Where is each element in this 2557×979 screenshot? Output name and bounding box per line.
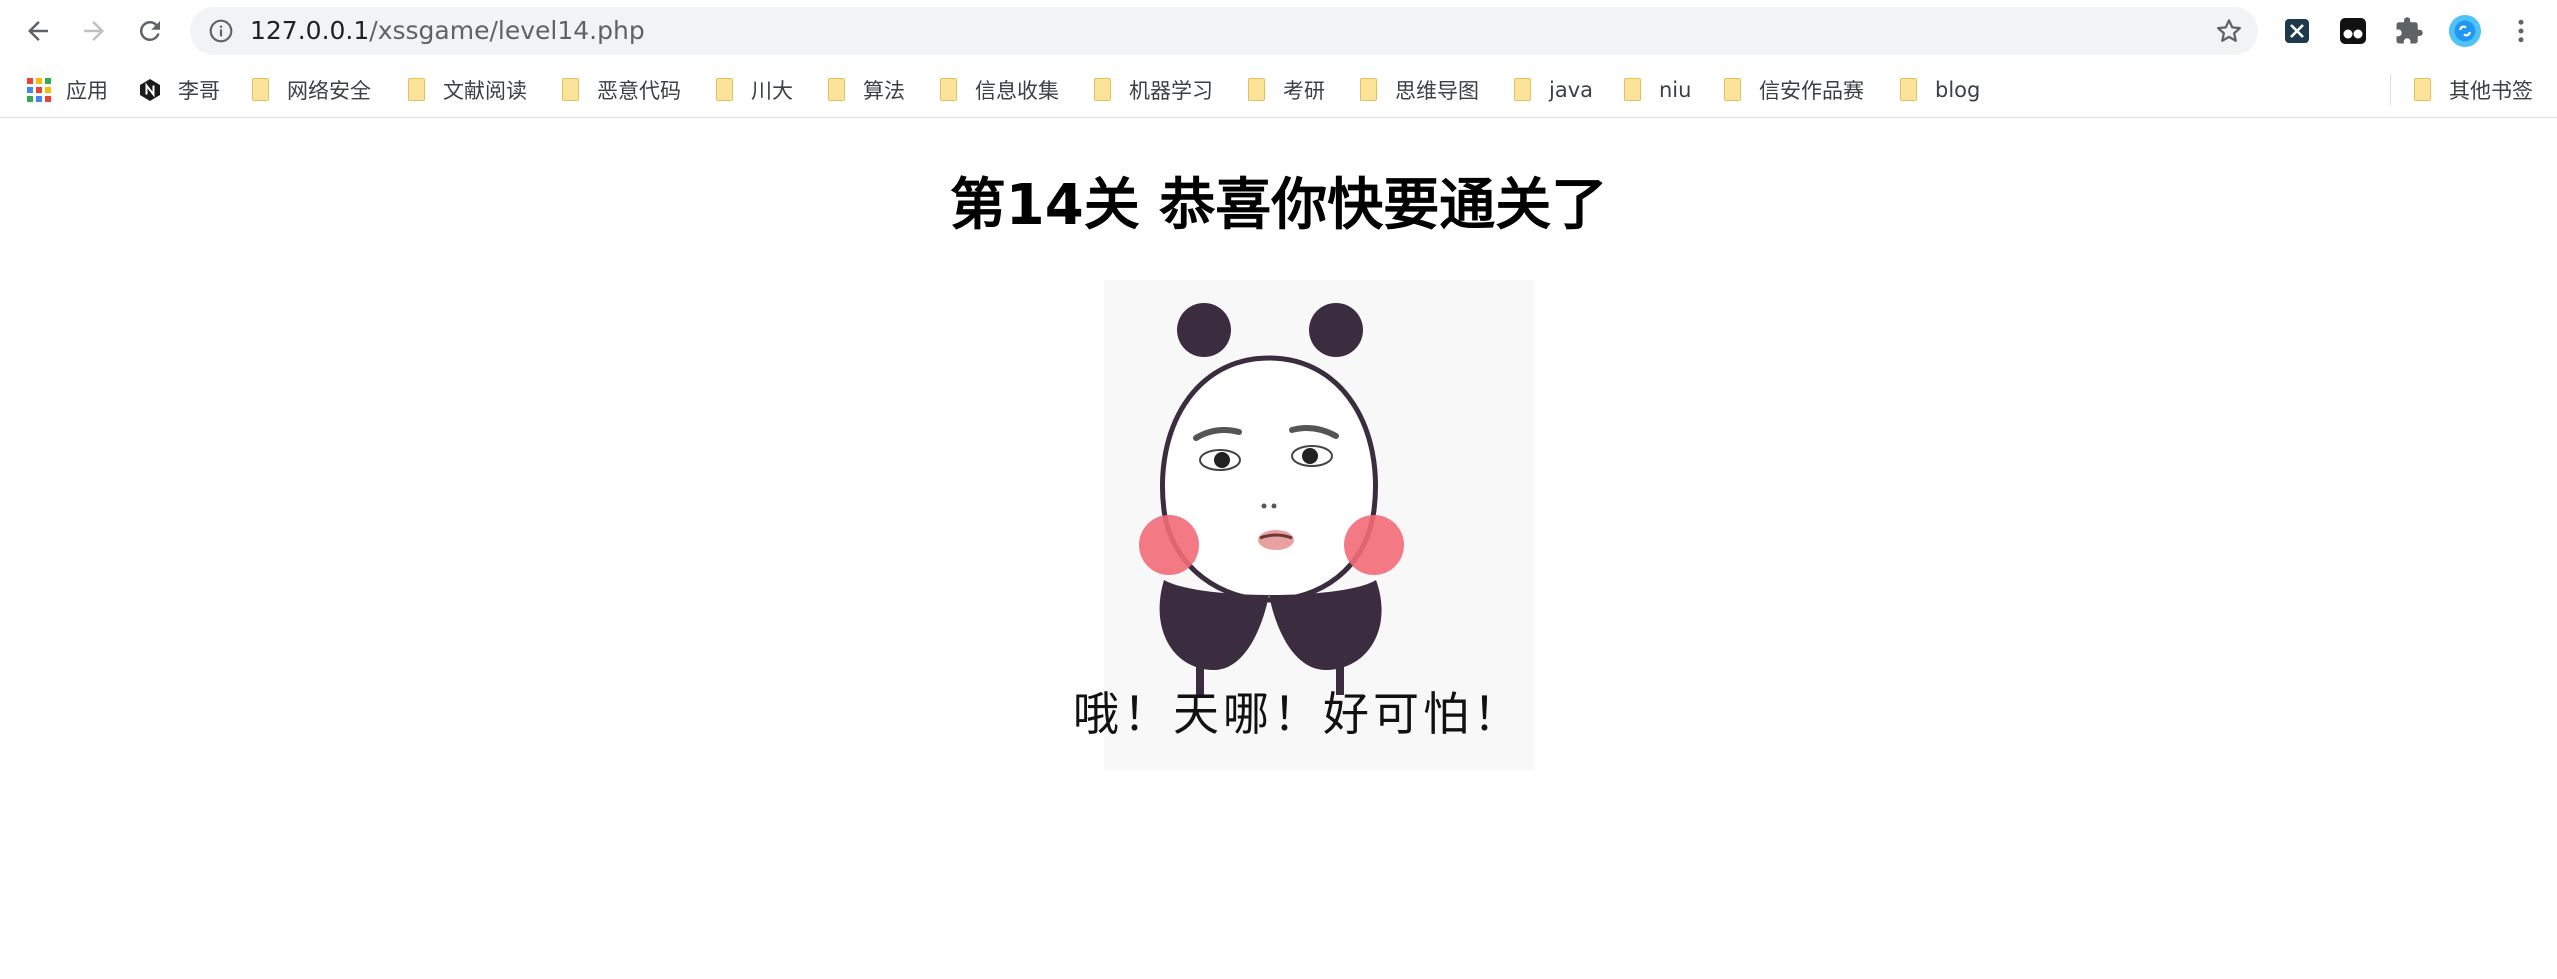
url-path: /xssgame/level14.php: [369, 16, 645, 45]
bookmark-folder[interactable]: 信息收集: [940, 62, 1059, 117]
other-bookmarks-label: 其他书签: [2449, 78, 2533, 103]
puzzle-icon[interactable]: [2392, 14, 2426, 48]
bookmark-label: 网络安全: [287, 78, 371, 103]
bookmark-label: 川大: [751, 78, 793, 103]
bookmark-label: niu: [1659, 77, 1692, 102]
bookmark-label: blog: [1935, 77, 1981, 102]
other-bookmarks-folder[interactable]: 其他书签: [2414, 62, 2533, 117]
folder-icon: [828, 78, 845, 101]
folder-icon: [1248, 78, 1265, 101]
bookmark-lige[interactable]: 李哥: [138, 62, 220, 117]
bookmark-label: 李哥: [178, 78, 220, 103]
bookmark-label: 算法: [863, 78, 905, 103]
nginx-icon: [140, 78, 160, 101]
bookmark-label: 信安作品赛: [1759, 78, 1864, 103]
browser-toolbar: 127.0.0.1/xssgame/level14.php: [0, 0, 2557, 62]
apps-grid-icon: [27, 77, 51, 102]
profile-avatar-icon[interactable]: [2448, 14, 2482, 48]
bookmarks-separator: [2390, 74, 2391, 105]
bookmark-label: 机器学习: [1129, 78, 1213, 103]
folder-icon: [1724, 78, 1741, 101]
level-title: 第14关 恭喜你快要通关了: [949, 173, 1608, 238]
bookmark-folder[interactable]: niu: [1624, 62, 1691, 117]
bookmark-label: 考研: [1283, 78, 1325, 103]
back-button[interactable]: [18, 11, 58, 51]
site-info-icon[interactable]: [208, 18, 234, 44]
page-content: 第14关 恭喜你快要通关了 哦！天哪！好可怕！: [0, 118, 2557, 979]
bookmark-label: 恶意代码: [597, 78, 681, 103]
bookmark-folder[interactable]: 恶意代码: [562, 62, 681, 117]
tampermonkey-icon[interactable]: [2336, 14, 2370, 48]
apps-shortcut[interactable]: 应用: [26, 62, 108, 117]
bookmark-folder[interactable]: blog: [1900, 62, 1980, 117]
back-icon: [28, 21, 48, 41]
folder-icon: [562, 78, 579, 101]
xss-extension-icon[interactable]: [2280, 14, 2314, 48]
bookmark-folder[interactable]: 思维导图: [1360, 62, 1479, 117]
reload-button[interactable]: [130, 11, 170, 51]
meme-caption: 哦！天哪！好可怕！: [1073, 687, 1523, 741]
more-icon[interactable]: [2504, 14, 2538, 48]
bookmark-folder[interactable]: java: [1514, 62, 1593, 117]
folder-icon: [408, 78, 425, 101]
bookmark-folder[interactable]: 网络安全: [252, 62, 371, 117]
bookmark-folder[interactable]: 文献阅读: [408, 62, 527, 117]
bookmark-label: 文献阅读: [443, 78, 527, 103]
folder-icon: [1360, 78, 1377, 101]
address-bar[interactable]: 127.0.0.1/xssgame/level14.php: [190, 7, 2258, 55]
folder-icon: [1900, 78, 1917, 101]
bookmark-folder[interactable]: 信安作品赛: [1724, 62, 1864, 117]
folder-icon: [2414, 78, 2431, 101]
folder-icon: [1624, 78, 1641, 101]
folder-icon: [252, 78, 269, 101]
folder-icon: [1094, 78, 1111, 101]
bookmark-folder[interactable]: 考研: [1248, 62, 1325, 117]
bookmarks-bar: 应用 李哥 网络安全 文献阅读 恶意代码 川大 算法 信息收集 机器学习 考研 …: [0, 62, 2557, 118]
folder-icon: [940, 78, 957, 101]
bookmark-folder[interactable]: 算法: [828, 62, 905, 117]
bookmark-label: java: [1549, 77, 1593, 102]
bookmark-star-icon[interactable]: [2214, 16, 2244, 46]
folder-icon: [716, 78, 733, 101]
apps-label: 应用: [66, 78, 108, 103]
bookmark-label: 思维导图: [1395, 78, 1479, 103]
forward-icon: [84, 21, 104, 41]
forward-button[interactable]: [74, 11, 114, 51]
url-text[interactable]: 127.0.0.1/xssgame/level14.php: [250, 7, 645, 55]
folder-icon: [1514, 78, 1531, 101]
bookmark-folder[interactable]: 川大: [716, 62, 793, 117]
bookmark-label: 信息收集: [975, 78, 1059, 103]
bookmark-folder[interactable]: 机器学习: [1094, 62, 1213, 117]
reload-icon: [139, 20, 160, 41]
url-host: 127.0.0.1: [250, 16, 370, 45]
